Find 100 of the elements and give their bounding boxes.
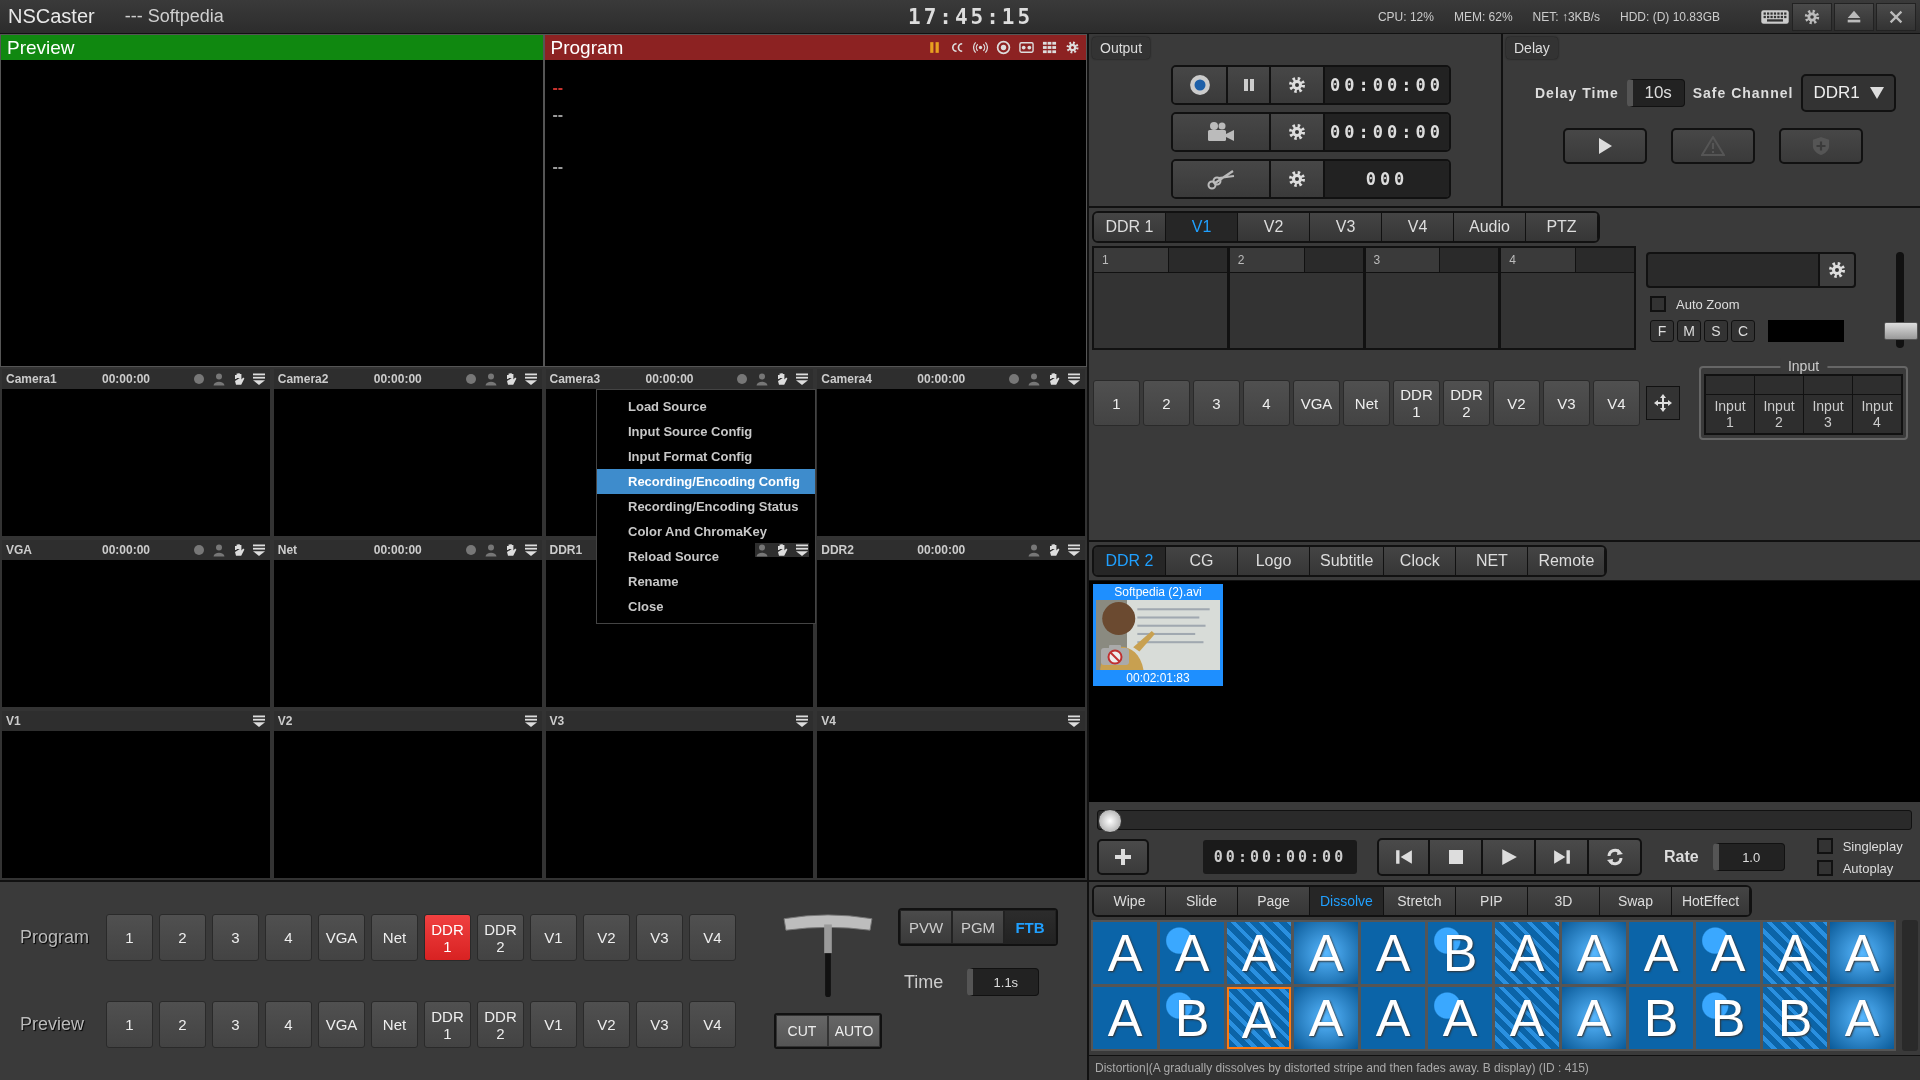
source-button[interactable]: DDR 2 xyxy=(1443,380,1490,426)
tab[interactable]: DDR 1 xyxy=(1094,213,1166,241)
zoom-button[interactable]: M xyxy=(1677,320,1701,342)
effect-thumbnail[interactable]: A xyxy=(1093,987,1157,1049)
input-button[interactable]: Input 4 xyxy=(1853,395,1901,433)
tab[interactable]: DDR 2 xyxy=(1094,547,1166,575)
rate-field[interactable]: 1.0 xyxy=(1712,843,1785,871)
effect-thumbnail[interactable]: A xyxy=(1495,922,1559,984)
menu-item[interactable]: Reload Source xyxy=(597,544,815,569)
source-button[interactable]: Net xyxy=(371,1001,418,1048)
time-field[interactable]: 1.1s xyxy=(967,968,1040,996)
tab[interactable]: PTZ xyxy=(1526,213,1598,241)
source-button[interactable]: V1 xyxy=(530,1001,577,1048)
source-button[interactable]: 4 xyxy=(265,914,312,961)
effect-thumbnail[interactable]: B xyxy=(1428,922,1492,984)
source-button[interactable]: 1 xyxy=(1093,380,1140,426)
source-button[interactable]: 4 xyxy=(1243,380,1290,426)
input-button[interactable]: Input 1 xyxy=(1706,395,1754,433)
source-button[interactable]: V4 xyxy=(689,914,736,961)
menu-item[interactable]: Close xyxy=(597,594,815,619)
source-button[interactable]: 3 xyxy=(212,914,259,961)
tab[interactable]: Clock xyxy=(1384,547,1457,575)
tab[interactable]: Remote xyxy=(1528,547,1606,575)
source-button[interactable]: VGA xyxy=(1293,380,1340,426)
zoom-button[interactable]: F xyxy=(1650,320,1674,342)
effect-thumbnail[interactable]: B xyxy=(1160,987,1224,1049)
effect-thumbnail[interactable]: A xyxy=(1428,987,1492,1049)
mode-button[interactable]: PGM xyxy=(952,910,1004,944)
tab[interactable]: V1 xyxy=(1166,213,1238,241)
source-button[interactable]: Net xyxy=(371,914,418,961)
effect-thumbnail[interactable]: A xyxy=(1629,922,1693,984)
mode-button[interactable]: FTB xyxy=(1004,910,1056,944)
delay-time-field[interactable]: 10s xyxy=(1626,79,1685,107)
source-button[interactable]: V2 xyxy=(583,1001,630,1048)
source-button[interactable]: V3 xyxy=(636,1001,683,1048)
tab[interactable]: CG xyxy=(1166,547,1238,575)
source-button[interactable]: 1 xyxy=(106,914,153,961)
tab[interactable]: Wipe xyxy=(1094,887,1166,915)
effect-thumbnail[interactable]: A xyxy=(1763,922,1827,984)
tab[interactable]: Stretch xyxy=(1383,887,1456,915)
source-button[interactable]: V3 xyxy=(1543,380,1590,426)
menu-item[interactable]: Input Source Config xyxy=(597,419,815,444)
source-button[interactable]: V4 xyxy=(1593,380,1640,426)
tab[interactable]: V4 xyxy=(1382,213,1454,241)
input-button[interactable]: Input 3 xyxy=(1804,395,1852,433)
source-button[interactable]: DDR 2 xyxy=(477,914,524,961)
tab[interactable]: Page xyxy=(1238,887,1310,915)
tab[interactable]: Subtitle xyxy=(1310,547,1385,575)
effect-thumbnail[interactable]: A xyxy=(1495,987,1559,1049)
menu-item[interactable]: Input Format Config xyxy=(597,444,815,469)
source-button[interactable]: 3 xyxy=(212,1001,259,1048)
source-button[interactable]: 1 xyxy=(106,1001,153,1048)
source-button[interactable]: DDR 1 xyxy=(1393,380,1440,426)
cut-button[interactable]: CUT xyxy=(776,1015,828,1047)
zoom-button[interactable]: S xyxy=(1704,320,1728,342)
source-button[interactable]: DDR 1 xyxy=(424,914,471,961)
source-button[interactable]: V3 xyxy=(636,914,683,961)
source-button[interactable]: 2 xyxy=(159,1001,206,1048)
zoom-button[interactable]: C xyxy=(1731,320,1755,342)
tab[interactable]: HotEffect xyxy=(1671,887,1751,915)
source-button[interactable]: DDR 1 xyxy=(424,1001,471,1048)
effect-thumbnail[interactable]: A xyxy=(1361,987,1425,1049)
source-button[interactable]: V2 xyxy=(583,914,630,961)
effect-thumbnail[interactable]: A xyxy=(1093,922,1157,984)
source-button[interactable]: V4 xyxy=(689,1001,736,1048)
tab[interactable]: Logo xyxy=(1238,547,1310,575)
auto-button[interactable]: AUTO xyxy=(828,1015,880,1047)
source-button[interactable]: DDR 2 xyxy=(477,1001,524,1048)
source-button[interactable]: 2 xyxy=(159,914,206,961)
effect-thumbnail[interactable]: A xyxy=(1227,987,1291,1049)
input-button[interactable]: Input 2 xyxy=(1755,395,1803,433)
effect-thumbnail[interactable]: A xyxy=(1227,922,1291,984)
source-button[interactable]: V2 xyxy=(1493,380,1540,426)
effect-thumbnail[interactable]: B xyxy=(1629,987,1693,1049)
menu-item[interactable]: Color And ChromaKey xyxy=(597,519,815,544)
tab[interactable]: V3 xyxy=(1310,213,1382,241)
source-button[interactable]: Net xyxy=(1343,380,1390,426)
menu-item[interactable]: Rename xyxy=(597,569,815,594)
menu-item[interactable]: Load Source xyxy=(597,394,815,419)
source-button[interactable]: V1 xyxy=(530,914,577,961)
source-button[interactable]: VGA xyxy=(318,1001,365,1048)
effect-thumbnail[interactable]: B xyxy=(1763,987,1827,1049)
source-button[interactable]: 3 xyxy=(1193,380,1240,426)
source-button[interactable]: VGA xyxy=(318,914,365,961)
effect-thumbnail[interactable]: B xyxy=(1696,987,1760,1049)
tab[interactable]: Swap xyxy=(1599,887,1672,915)
source-button[interactable]: 2 xyxy=(1143,380,1190,426)
effect-thumbnail[interactable]: A xyxy=(1361,922,1425,984)
tab[interactable]: NET xyxy=(1456,547,1529,575)
source-button[interactable]: 4 xyxy=(265,1001,312,1048)
tab[interactable]: Dissolve xyxy=(1310,887,1384,915)
tab[interactable]: 3D xyxy=(1527,887,1600,915)
menu-item[interactable]: Recording/Encoding Config xyxy=(597,469,815,494)
mode-button[interactable]: PVW xyxy=(900,910,952,944)
tab[interactable]: V2 xyxy=(1238,213,1310,241)
effect-thumbnail[interactable]: A xyxy=(1160,922,1224,984)
tab[interactable]: Slide xyxy=(1166,887,1238,915)
safe-channel-dropdown[interactable]: DDR1 xyxy=(1801,74,1896,112)
tab[interactable]: Audio xyxy=(1454,213,1526,241)
tab[interactable]: PIP xyxy=(1455,887,1528,915)
